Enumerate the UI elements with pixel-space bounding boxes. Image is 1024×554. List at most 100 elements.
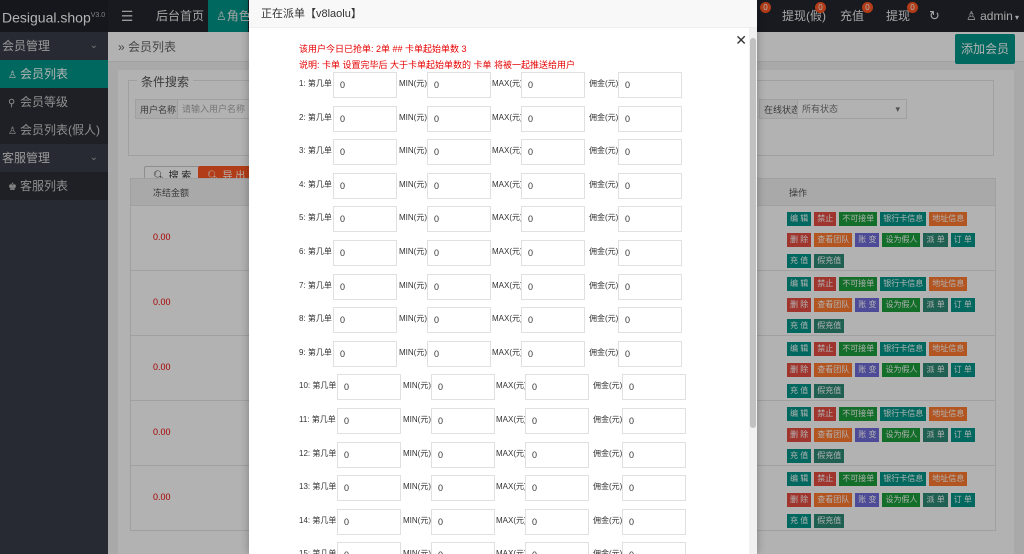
- max-input[interactable]: 0: [521, 139, 585, 166]
- max-input[interactable]: 0: [525, 374, 589, 401]
- commission-input[interactable]: 0: [622, 542, 686, 554]
- order-input[interactable]: 0: [333, 206, 397, 233]
- min-input[interactable]: 0: [431, 441, 495, 468]
- order-input[interactable]: 0: [337, 408, 401, 434]
- row-number: 15:: [299, 549, 311, 554]
- min-label: MIN(元): [399, 146, 427, 156]
- modal-title: 正在派单【v8laolu】: [249, 0, 757, 28]
- commission-input[interactable]: 0: [618, 340, 682, 367]
- modal-scrollbar[interactable]: [749, 28, 757, 554]
- max-input[interactable]: 0: [521, 240, 585, 266]
- commission-input[interactable]: 0: [622, 475, 686, 502]
- min-input[interactable]: 0: [431, 374, 495, 401]
- order-input[interactable]: 0: [337, 475, 401, 502]
- order-input[interactable]: 0: [333, 172, 397, 199]
- order-label: 第几单: [307, 247, 332, 256]
- min-input[interactable]: 0: [431, 475, 495, 502]
- max-input[interactable]: 0: [525, 475, 589, 502]
- order-input[interactable]: 0: [337, 542, 401, 554]
- max-input[interactable]: 0: [521, 340, 585, 367]
- max-label: MAX(元): [492, 79, 523, 88]
- order-label: 第几单: [312, 515, 337, 525]
- max-input[interactable]: 0: [521, 172, 585, 199]
- max-label: MAX(元): [496, 415, 527, 424]
- min-label: MIN(元): [403, 515, 431, 525]
- min-input[interactable]: 0: [427, 72, 491, 98]
- dispatch-row: 7: 第几单 0 MIN(元) 0 MAX(元) 0 佣金(元) 0: [249, 273, 749, 300]
- max-label: MAX(元): [492, 213, 523, 223]
- commission-input[interactable]: 0: [622, 374, 686, 401]
- max-input[interactable]: 0: [525, 508, 589, 535]
- commission-input[interactable]: 0: [618, 240, 682, 266]
- order-input[interactable]: 0: [337, 374, 401, 401]
- dispatch-row: 5: 第几单 0 MIN(元) 0 MAX(元) 0 佣金(元) 0: [249, 206, 749, 233]
- commission-input[interactable]: 0: [622, 508, 686, 535]
- max-input[interactable]: 0: [521, 72, 585, 98]
- commission-input[interactable]: 0: [622, 441, 686, 468]
- order-label: 第几单: [311, 415, 336, 424]
- order-label: 第几单: [307, 112, 332, 122]
- min-input[interactable]: 0: [427, 139, 491, 166]
- min-label: MIN(元): [399, 280, 427, 290]
- commission-label: 佣金(元): [589, 79, 619, 88]
- order-input[interactable]: 0: [337, 508, 401, 535]
- min-input[interactable]: 0: [431, 408, 495, 434]
- row-number: 3:: [299, 146, 306, 156]
- row-order-label: 7: 第几单: [299, 280, 332, 291]
- max-input[interactable]: 0: [525, 542, 589, 554]
- order-input[interactable]: 0: [333, 307, 397, 334]
- max-label: MAX(元): [496, 381, 527, 391]
- row-order-label: 3: 第几单: [299, 145, 332, 156]
- row-order-label: 15: 第几单: [299, 548, 336, 554]
- min-label: MIN(元): [399, 347, 427, 357]
- max-input[interactable]: 0: [521, 307, 585, 334]
- row-order-label: 11: 第几单: [299, 414, 336, 425]
- max-input[interactable]: 0: [521, 206, 585, 233]
- order-label: 第几单: [307, 179, 332, 189]
- max-label: MAX(元): [496, 448, 527, 458]
- order-input[interactable]: 0: [333, 139, 397, 166]
- order-input[interactable]: 0: [333, 105, 397, 132]
- commission-input[interactable]: 0: [618, 206, 682, 233]
- commission-input[interactable]: 0: [618, 105, 682, 132]
- row-order-label: 13: 第几单: [299, 481, 336, 492]
- order-input[interactable]: 0: [333, 72, 397, 98]
- max-input[interactable]: 0: [521, 105, 585, 132]
- commission-input[interactable]: 0: [618, 273, 682, 300]
- row-number: 11:: [299, 415, 310, 424]
- order-input[interactable]: 0: [337, 441, 401, 468]
- order-label: 第几单: [312, 381, 337, 391]
- min-input[interactable]: 0: [427, 206, 491, 233]
- max-input[interactable]: 0: [521, 273, 585, 300]
- min-input[interactable]: 0: [431, 508, 495, 535]
- dispatch-row: 15: 第几单0MIN(元)0MAX(元)0佣金(元)0: [249, 542, 749, 554]
- scrollbar-thumb[interactable]: [750, 38, 756, 428]
- commission-label: 佣金(元): [593, 549, 623, 554]
- commission-label: 佣金(元): [589, 146, 619, 156]
- min-input[interactable]: 0: [431, 542, 495, 554]
- commission-input[interactable]: 0: [618, 307, 682, 334]
- order-input[interactable]: 0: [333, 273, 397, 300]
- order-input[interactable]: 0: [333, 240, 397, 266]
- commission-input[interactable]: 0: [618, 172, 682, 199]
- max-input[interactable]: 0: [525, 408, 589, 434]
- min-input[interactable]: 0: [427, 105, 491, 132]
- min-input[interactable]: 0: [427, 340, 491, 367]
- commission-input[interactable]: 0: [618, 139, 682, 166]
- min-label: MIN(元): [403, 482, 431, 492]
- commission-input[interactable]: 0: [618, 72, 682, 98]
- max-input[interactable]: 0: [525, 441, 589, 468]
- row-order-label: 5: 第几单: [299, 212, 332, 223]
- commission-input[interactable]: 0: [622, 408, 686, 434]
- order-input[interactable]: 0: [333, 340, 397, 367]
- close-icon[interactable]: ✕: [735, 32, 747, 49]
- min-input[interactable]: 0: [427, 240, 491, 266]
- dispatch-note: 说明: 卡单 设置完毕后 大于卡单起始单数的 卡单 将被一起推送给用户: [299, 60, 576, 70]
- row-number: 6:: [299, 247, 306, 256]
- min-input[interactable]: 0: [427, 307, 491, 334]
- row-number: 12:: [299, 448, 311, 458]
- min-input[interactable]: 0: [427, 172, 491, 199]
- commission-label: 佣金(元): [593, 381, 623, 391]
- max-label: MAX(元): [492, 280, 523, 290]
- min-input[interactable]: 0: [427, 273, 491, 300]
